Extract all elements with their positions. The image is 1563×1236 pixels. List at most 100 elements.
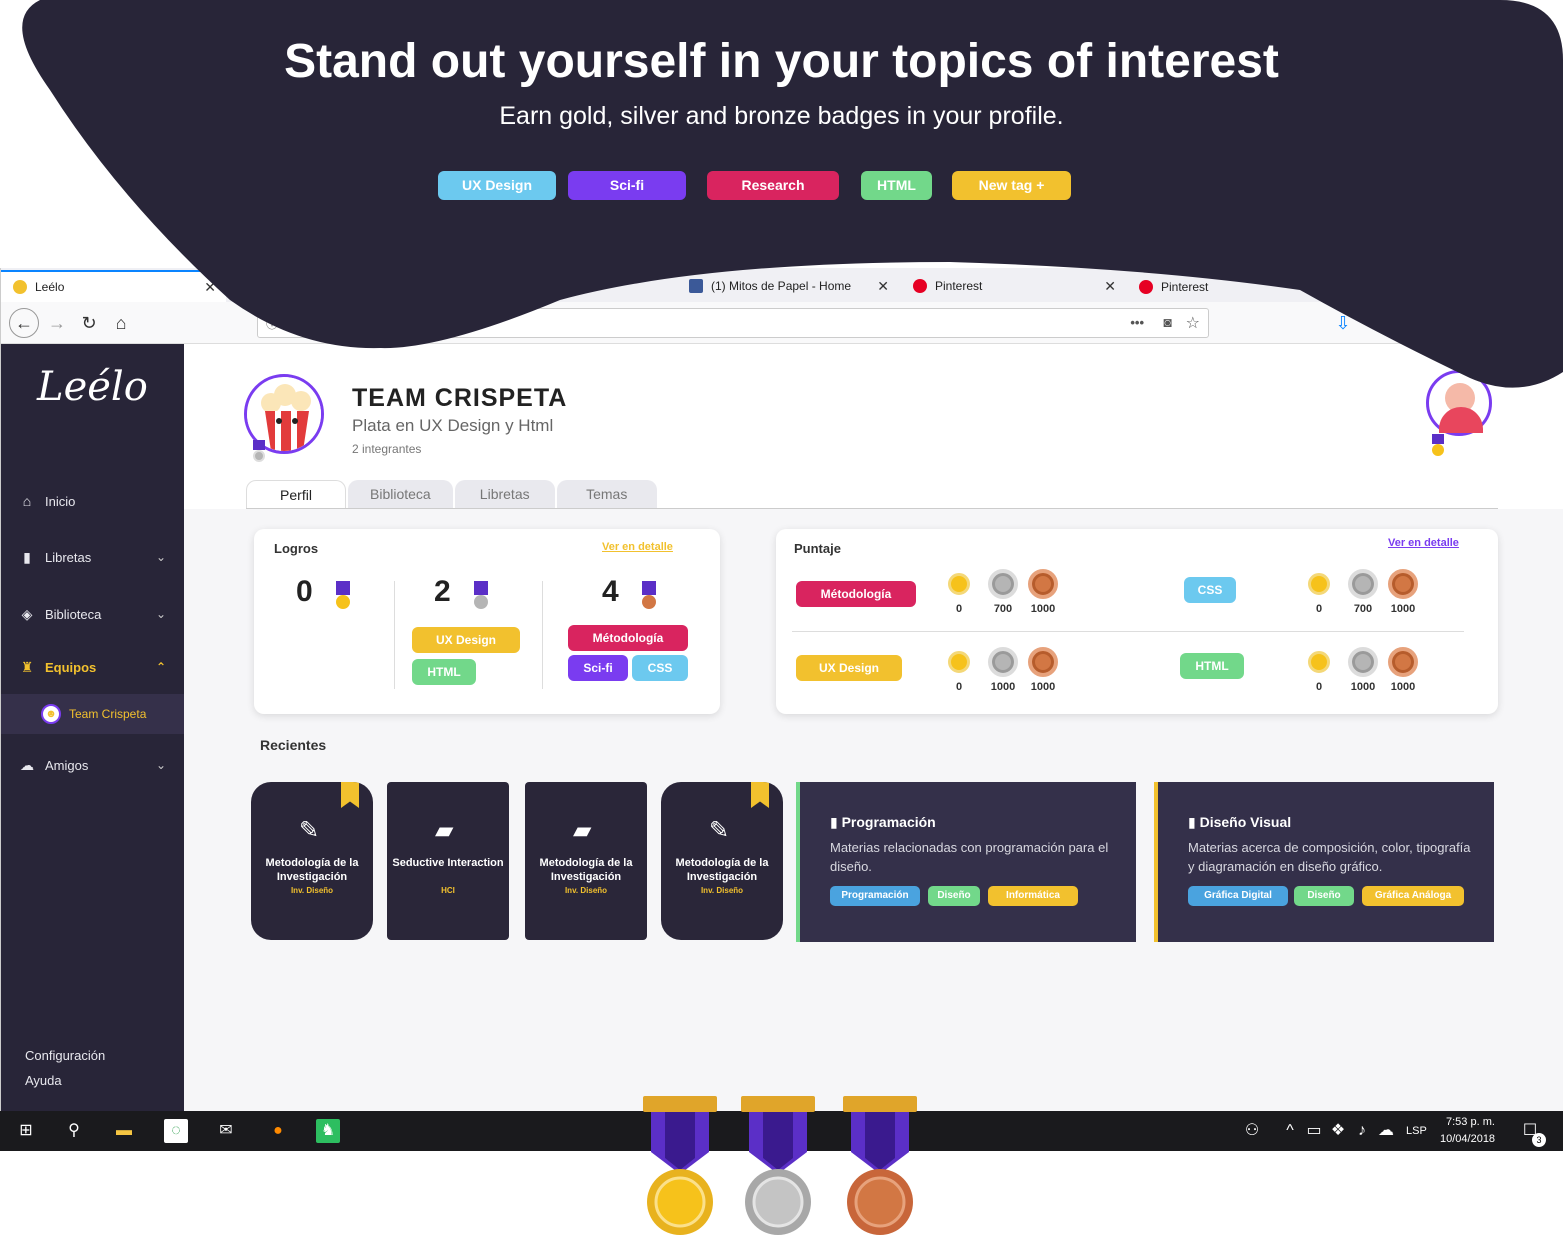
main-content: TEAM CRISPETA Plata en UX Design y Html …	[184, 344, 1563, 1111]
logros-detail-link[interactable]: Ver en detalle	[602, 541, 673, 553]
home-icon: ⌂	[22, 493, 32, 509]
library-icon: ◈	[21, 605, 33, 622]
gold-count: 0	[296, 575, 313, 608]
windows-start-icon[interactable]: ⊞	[14, 1119, 38, 1143]
book-card[interactable]: ✎ Metodología de la Investigación Inv. D…	[661, 782, 783, 940]
topic-title: ▮ Diseño Visual	[1188, 814, 1291, 831]
score-tag[interactable]: UX Design	[796, 655, 902, 681]
chevron-down-icon[interactable]: ⌄	[156, 607, 166, 621]
team-subtitle: Plata en UX Design y Html	[352, 416, 554, 435]
score-tag[interactable]: Métodología	[796, 581, 916, 607]
silver-count: 2	[434, 575, 451, 608]
topic-accent-bar	[796, 782, 800, 942]
settings-link[interactable]: Configuración	[25, 1048, 105, 1063]
hero-tag-sci-fi[interactable]: Sci-fi	[568, 171, 686, 200]
clock-date[interactable]: 10/04/2018	[1440, 1133, 1495, 1145]
score-tag[interactable]: HTML	[1180, 653, 1244, 679]
book-icon: ▰	[435, 817, 454, 844]
topic-title: ▮ Programación	[830, 814, 936, 831]
topic-accent-bar	[1154, 782, 1158, 942]
tag-diseno[interactable]: Diseño	[928, 886, 980, 906]
tag-ux-design[interactable]: UX Design	[412, 627, 520, 653]
chevron-down-icon[interactable]: ⌄	[156, 550, 166, 564]
bronze-coin-icon	[1388, 647, 1418, 677]
people-icon[interactable]: ⚇	[1240, 1119, 1264, 1143]
file-explorer-icon[interactable]: ▬	[112, 1119, 136, 1143]
help-link[interactable]: Ayuda	[25, 1073, 62, 1088]
search-icon[interactable]: ⚲	[62, 1119, 86, 1143]
sidebar-item-biblioteca[interactable]: ◈ Biblioteca ⌄	[1, 599, 184, 629]
tag-diseno[interactable]: Diseño	[1294, 886, 1354, 906]
hero-tag-research[interactable]: Research	[707, 171, 839, 200]
tab-libretas[interactable]: Libretas	[454, 480, 555, 508]
book-title: Metodología de la Investigación	[539, 857, 633, 883]
sidebar-item-equipos[interactable]: ♜ Equipos ⌃	[1, 652, 184, 682]
book-card[interactable]: ▰ Seductive Interaction HCI	[387, 782, 509, 940]
silver-coin-icon	[1348, 647, 1378, 677]
clock-time[interactable]: 7:53 p. m.	[1446, 1116, 1495, 1128]
bronze-score: 1000	[1390, 681, 1416, 693]
chevron-down-icon[interactable]: ⌄	[156, 758, 166, 772]
gold-medal-icon	[643, 1096, 717, 1235]
notebook-icon: ▮	[830, 814, 842, 830]
recientes-title: Recientes	[260, 737, 327, 753]
gold-score: 0	[1315, 603, 1323, 615]
hero-tag-new[interactable]: New tag +	[952, 171, 1071, 200]
firefox-icon[interactable]: ●	[266, 1119, 290, 1143]
silver-coin-icon	[988, 569, 1018, 599]
app-icon[interactable]: ◌	[164, 1119, 188, 1143]
tab-temas[interactable]: Temas	[556, 480, 657, 508]
puntaje-detail-link[interactable]: Ver en detalle	[1388, 537, 1459, 549]
logros-card: Logros Ver en detalle 0 2 UX Design HTML	[254, 529, 720, 714]
divider	[792, 631, 1464, 632]
bronze-score: 1000	[1030, 681, 1056, 693]
tag-html[interactable]: HTML	[412, 659, 476, 685]
hero-tag-ux-design[interactable]: UX Design	[438, 171, 556, 200]
divider	[394, 581, 395, 689]
sidebar-item-label: Biblioteca	[45, 606, 102, 622]
book-subtitle: Inv. Diseño	[700, 886, 744, 895]
silver-medal-icon	[741, 1096, 815, 1235]
evernote-icon[interactable]: ♞	[316, 1119, 340, 1143]
sidebar-item-amigos[interactable]: ☁ Amigos ⌄	[1, 750, 184, 780]
topic-card-programacion[interactable]: ▮ Programación Materias relacionadas con…	[796, 782, 1136, 942]
book-card[interactable]: ▰ Metodología de la Investigación Inv. D…	[525, 782, 647, 940]
tag-sci-fi[interactable]: Sci-fi	[568, 655, 628, 681]
cloud-icon[interactable]: ☁	[1374, 1119, 1398, 1143]
sidebar-item-label: Equipos	[45, 659, 97, 675]
hero-tag-html[interactable]: HTML	[861, 171, 932, 200]
tag-programacion[interactable]: Programación	[830, 886, 920, 906]
sidebar-item-team-crispeta[interactable]: ☻ Team Crispeta	[1, 694, 184, 734]
page: Leélo ✕ (1) Mitos de Papel - Home ✕ Pint…	[0, 0, 1563, 1236]
book-card[interactable]: ✎ Metodología de la Investigación Inv. D…	[251, 782, 373, 940]
tab-perfil[interactable]: Perfil	[246, 480, 346, 508]
topic-title-text: Diseño Visual	[1199, 814, 1292, 830]
notebook-edit-icon: ✎	[709, 817, 730, 844]
tab-biblioteca[interactable]: Biblioteca	[348, 480, 453, 508]
sidebar-item-inicio[interactable]: ⌂ Inicio	[1, 486, 184, 516]
score-tag[interactable]: CSS	[1184, 577, 1236, 603]
mail-icon[interactable]: ✉	[214, 1119, 238, 1143]
profile-content: Logros Ver en detalle 0 2 UX Design HTML	[184, 509, 1563, 1111]
volume-icon[interactable]: ♪	[1350, 1119, 1374, 1143]
sidebar-subitem-label: Team Crispeta	[69, 707, 147, 721]
tag-grafica-digital[interactable]: Gráfica Digital	[1188, 886, 1288, 906]
tag-metodologia[interactable]: Métodología	[568, 625, 688, 651]
tag-css[interactable]: CSS	[632, 655, 688, 681]
chevron-up-icon[interactable]: ^	[1278, 1119, 1302, 1143]
network-icon[interactable]: ▭	[1302, 1119, 1326, 1143]
bronze-coin-icon	[1388, 569, 1418, 599]
gold-coin-icon	[1308, 651, 1330, 673]
book-subtitle: Inv. Diseño	[290, 886, 334, 895]
tag-informatica[interactable]: Informática	[988, 886, 1078, 906]
sidebar-item-libretas[interactable]: ▮ Libretas ⌄	[1, 542, 184, 572]
hero-subtitle: Earn gold, silver and bronze badges in y…	[499, 102, 1064, 130]
tag-grafica-analoga[interactable]: Gráfica Análoga	[1362, 886, 1464, 906]
dropbox-icon[interactable]: ❖	[1326, 1119, 1350, 1143]
bronze-medal-icon	[642, 581, 656, 611]
language-indicator[interactable]: LSP	[1406, 1125, 1427, 1137]
topic-card-diseno-visual[interactable]: ▮ Diseño Visual Materias acerca de compo…	[1154, 782, 1494, 942]
bronze-coin-icon	[1028, 647, 1058, 677]
chevron-up-icon[interactable]: ⌃	[156, 660, 166, 674]
team-icon: ♜	[20, 658, 34, 675]
